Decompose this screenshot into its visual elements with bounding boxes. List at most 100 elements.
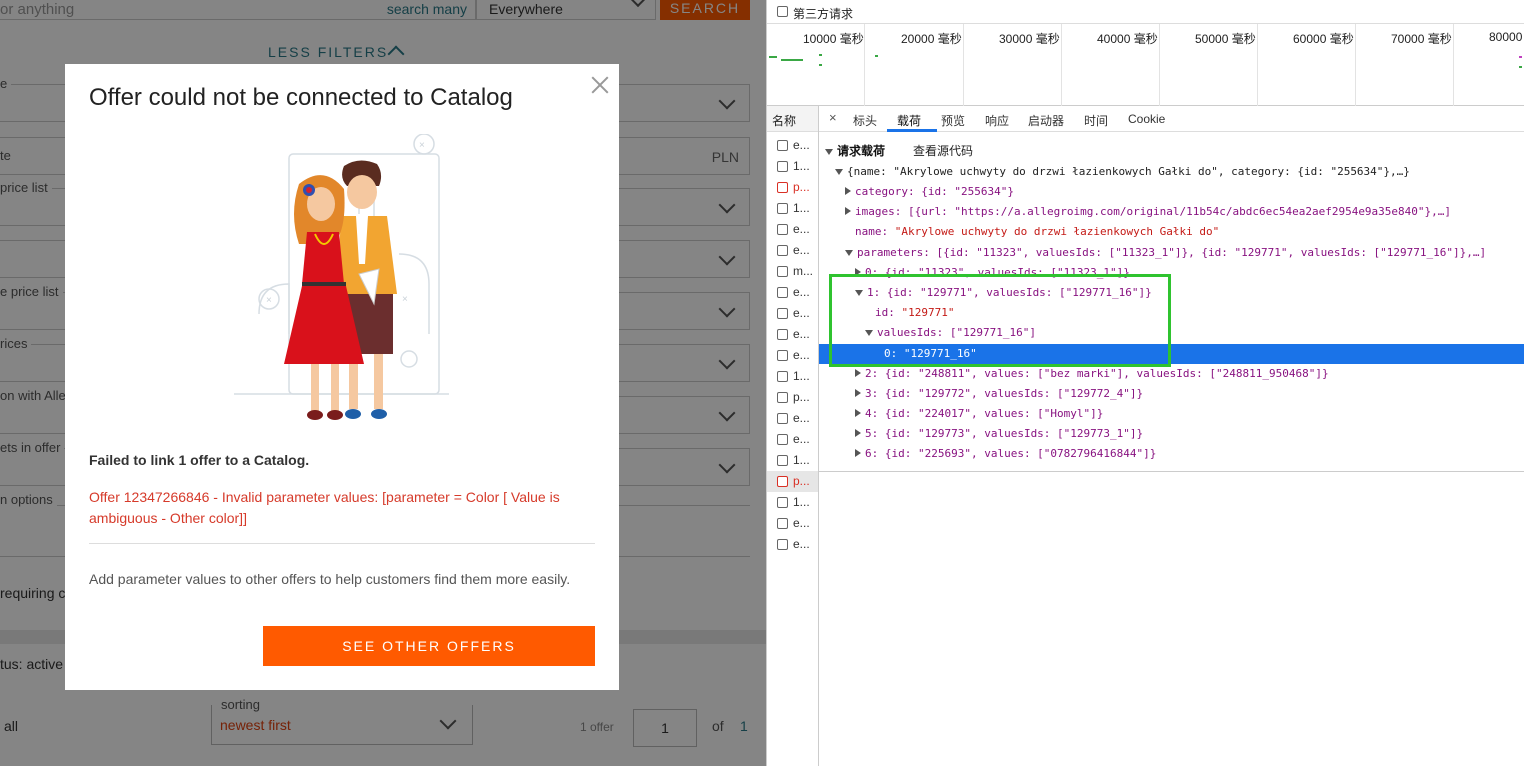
request-checkbox[interactable]	[777, 287, 788, 298]
close-icon[interactable]: ×	[829, 110, 837, 125]
timeline-bar	[781, 59, 803, 61]
request-checkbox[interactable]	[777, 203, 788, 214]
timeline-label: 50000 毫秒	[1195, 32, 1256, 46]
request-name: e...	[793, 432, 810, 446]
expand-icon	[845, 250, 853, 256]
request-checkbox[interactable]	[777, 371, 788, 382]
tab-timing[interactable]: 时间	[1084, 112, 1108, 129]
collapsed-icon	[855, 449, 861, 457]
request-checkbox[interactable]	[777, 455, 788, 466]
request-row[interactable]: e...	[767, 135, 818, 156]
request-name: p...	[793, 180, 810, 194]
request-name: 1...	[793, 159, 810, 173]
view-source-link[interactable]: 查看源代码	[913, 142, 973, 159]
request-row[interactable]: 1...	[767, 450, 818, 471]
request-row[interactable]: e...	[767, 408, 818, 429]
request-checkbox[interactable]	[777, 392, 788, 403]
request-row[interactable]: e...	[767, 240, 818, 261]
request-checkbox[interactable]	[777, 308, 788, 319]
tree-node-param-5[interactable]: 5: {id: "129773", valuesIds: ["129773_1"…	[855, 427, 1143, 441]
tree-node-category[interactable]: category: {id: "255634"}	[845, 185, 1014, 199]
request-checkbox[interactable]	[777, 182, 788, 193]
expand-icon	[825, 149, 833, 155]
request-checkbox[interactable]	[777, 161, 788, 172]
timeline-bar	[819, 54, 822, 56]
names-header[interactable]: 名称	[767, 106, 818, 132]
request-checkbox[interactable]	[777, 476, 788, 487]
request-name: m...	[793, 264, 813, 278]
request-name: e...	[793, 537, 810, 551]
request-checkbox[interactable]	[777, 413, 788, 424]
payload-section-header[interactable]: 请求载荷	[825, 142, 885, 159]
request-row[interactable]: e...	[767, 345, 818, 366]
tree-node-param-4[interactable]: 4: {id: "224017", values: ["Homyl"]}	[855, 407, 1103, 421]
tab-cookie[interactable]: Cookie	[1128, 112, 1165, 126]
tab-preview[interactable]: 预览	[941, 112, 965, 129]
tab-payload[interactable]: 载荷	[897, 112, 921, 129]
timeline-bar	[875, 55, 878, 57]
request-name: 1...	[793, 369, 810, 383]
request-row[interactable]: e...	[767, 324, 818, 345]
tree-node-param-2[interactable]: 2: {id: "248811", values: ["bez marki"],…	[855, 367, 1329, 381]
request-row[interactable]: e...	[767, 429, 818, 450]
network-timeline[interactable]: 10000 毫秒 20000 毫秒 30000 毫秒 40000 毫秒 5000…	[767, 24, 1524, 106]
devtools-network-panel: 第三方请求 10000 毫秒 20000 毫秒 30000 毫秒 40000 毫…	[766, 0, 1524, 766]
tab-response[interactable]: 响应	[985, 112, 1009, 129]
request-name: 1...	[793, 495, 810, 509]
third-party-label: 第三方请求	[793, 7, 854, 21]
request-checkbox[interactable]	[777, 224, 788, 235]
request-checkbox[interactable]	[777, 350, 788, 361]
request-row[interactable]: p...	[767, 387, 818, 408]
request-checkbox[interactable]	[777, 140, 788, 151]
request-row-selected[interactable]: p...	[767, 471, 818, 492]
timeline-gridline	[1453, 24, 1454, 106]
request-row[interactable]: 1...	[767, 198, 818, 219]
request-row[interactable]: 1...	[767, 492, 818, 513]
tree-node-name[interactable]: name: "Akrylowe uchwyty do drzwi łazienk…	[855, 225, 1219, 239]
request-checkbox[interactable]	[777, 245, 788, 256]
svg-text:×: ×	[419, 140, 425, 151]
tree-node-parameters[interactable]: parameters: [{id: "11323", valuesIds: ["…	[845, 246, 1486, 260]
timeline-gridline	[1159, 24, 1160, 106]
close-icon[interactable]	[589, 74, 611, 96]
tree-node-param-6[interactable]: 6: {id: "225693", values: ["078279641684…	[855, 447, 1156, 461]
request-name: p...	[793, 390, 810, 404]
request-checkbox[interactable]	[777, 518, 788, 529]
see-other-offers-button[interactable]: SEE OTHER OFFERS	[263, 626, 595, 666]
third-party-checkbox[interactable]	[777, 6, 788, 17]
request-checkbox[interactable]	[777, 434, 788, 445]
error-modal: Offer could not be connected to Catalog …	[65, 64, 619, 690]
timeline-bar	[819, 64, 822, 66]
timeline-label: 80000	[1489, 30, 1523, 44]
tree-node-text: 3: {id: "129772", valuesIds: ["129772_4"…	[865, 387, 1144, 400]
request-row[interactable]: e...	[767, 219, 818, 240]
tree-node-text: 5: {id: "129773", valuesIds: ["129773_1"…	[865, 427, 1144, 440]
timeline-label: 20000 毫秒	[901, 32, 962, 46]
tree-node-root[interactable]: {name: "Akrylowe uchwyty do drzwi łazien…	[835, 165, 1410, 179]
request-name: e...	[793, 138, 810, 152]
collapsed-icon	[855, 409, 861, 417]
tab-initiator[interactable]: 启动器	[1028, 112, 1064, 129]
request-row[interactable]: m...	[767, 261, 818, 282]
svg-text:×: ×	[266, 295, 272, 306]
request-checkbox[interactable]	[777, 266, 788, 277]
tree-node-param-3[interactable]: 3: {id: "129772", valuesIds: ["129772_4"…	[855, 387, 1143, 401]
tree-node-text: images: [{url: "https://a.allegroimg.com…	[855, 205, 1452, 218]
request-checkbox[interactable]	[777, 329, 788, 340]
tree-node-images[interactable]: images: [{url: "https://a.allegroimg.com…	[845, 205, 1451, 219]
request-row[interactable]: p...	[767, 177, 818, 198]
request-checkbox[interactable]	[777, 539, 788, 550]
collapsed-icon	[855, 389, 861, 397]
tab-headers[interactable]: 标头	[853, 112, 877, 129]
request-row[interactable]: e...	[767, 303, 818, 324]
request-checkbox[interactable]	[777, 497, 788, 508]
collapsed-icon	[855, 369, 861, 377]
request-row[interactable]: e...	[767, 534, 818, 555]
request-row[interactable]: 1...	[767, 156, 818, 177]
svg-text:×: ×	[402, 294, 408, 305]
tree-node-value: "Akrylowe uchwyty do drzwi łazienkowych …	[894, 225, 1220, 238]
tree-node-text: parameters: [{id: "11323", valuesIds: ["…	[857, 246, 1487, 259]
request-row[interactable]: e...	[767, 513, 818, 534]
request-row[interactable]: 1...	[767, 366, 818, 387]
request-row[interactable]: e...	[767, 282, 818, 303]
